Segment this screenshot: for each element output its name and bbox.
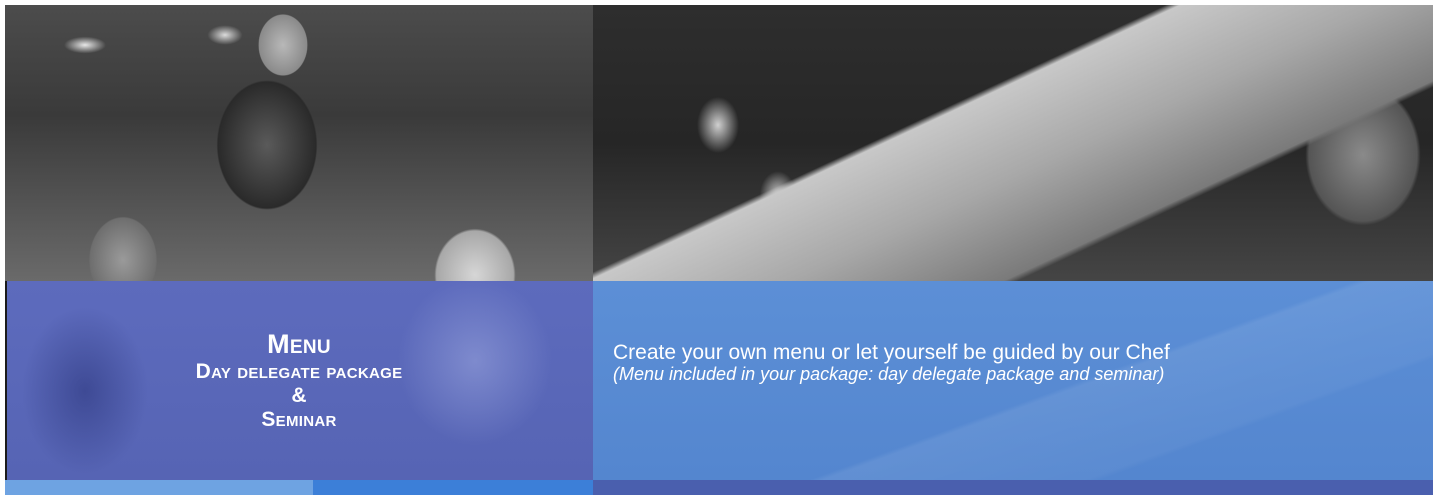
table-setting-photo [593,5,1433,281]
footer-bar-right [593,480,1433,495]
description-lead: Create your own menu or let yourself be … [613,341,1170,364]
title-stack: Menu Day delegate package & Seminar [5,281,593,480]
menu-title-panel: Menu Day delegate package & Seminar [5,281,593,480]
description: Create your own menu or let yourself be … [613,341,1413,386]
left-edge-line [5,281,7,480]
package-line: Day delegate package [195,359,403,383]
menu-title: Menu [267,328,331,359]
waiter-serving-guests-photo [5,5,593,281]
seminar-line: Seminar [261,408,337,432]
footer-bar-left-light [5,480,313,495]
description-panel: Create your own menu or let yourself be … [593,281,1433,480]
footer-bar-left-dark [313,480,593,495]
description-note: (Menu included in your package: day dele… [613,364,1165,385]
ampersand: & [291,384,307,408]
